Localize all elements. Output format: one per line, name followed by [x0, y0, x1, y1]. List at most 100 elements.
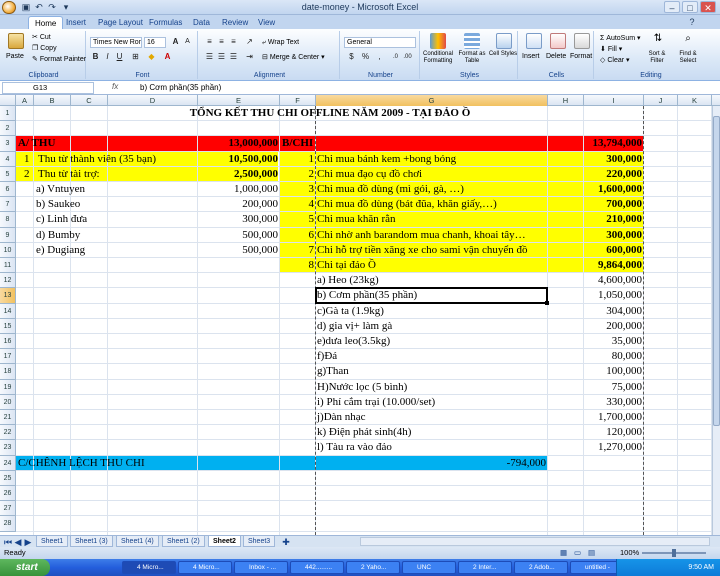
maximize-icon[interactable]: □ — [682, 1, 698, 13]
sheet-title[interactable]: TỔNG KẾT THU CHI OFFLINE NĂM 2009 - TẠI … — [16, 106, 644, 121]
chi-item-amount[interactable]: 300,000 — [584, 152, 642, 167]
column-header[interactable]: G — [316, 95, 548, 106]
island-item-label[interactable]: g)Than — [317, 364, 547, 379]
island-item-amount[interactable]: 100,000 — [584, 364, 642, 379]
wrap-text-button[interactable]: ⤶ Wrap Text — [262, 38, 299, 47]
row-header[interactable]: 10 — [0, 242, 16, 258]
vertical-scrollbar[interactable] — [712, 106, 720, 535]
island-item-amount[interactable]: 35,000 — [584, 334, 642, 349]
copy-button[interactable]: ❐ Copy — [32, 44, 57, 53]
italic-icon[interactable]: I — [102, 52, 113, 62]
thu-item-no[interactable]: 2 — [24, 167, 36, 182]
align-right-icon[interactable]: ☰ — [228, 52, 239, 62]
minimize-icon[interactable]: – — [664, 1, 680, 13]
island-item-label[interactable]: l) Tàu ra vào đảo — [317, 440, 547, 455]
orientation-icon[interactable]: ↗ — [244, 37, 255, 47]
bold-icon[interactable]: B — [90, 52, 101, 62]
island-item-amount[interactable]: 1,700,000 — [584, 410, 642, 425]
format-painter-button[interactable]: ✎ Format Painter — [32, 55, 86, 64]
merge-center-button[interactable]: ⊟ Merge & Center ▾ — [262, 53, 325, 62]
island-item-amount[interactable]: 80,000 — [584, 349, 642, 364]
chi-item-label[interactable]: Chi mua khăn rằn — [317, 212, 547, 227]
zoom-level[interactable]: 100% — [620, 547, 639, 559]
section-a-label[interactable]: A/ THU — [18, 136, 198, 151]
sheet-tab[interactable]: Sheet1 (4) — [116, 536, 159, 547]
underline-icon[interactable]: U — [114, 52, 125, 62]
indent-icon[interactable]: ⇥ — [244, 52, 255, 62]
fill-button[interactable]: ⬇ Fill ▾ — [600, 45, 622, 54]
format-cells-button[interactable]: Format — [570, 52, 592, 61]
select-all-corner[interactable] — [0, 95, 16, 106]
chi-item-amount[interactable]: 210,000 — [584, 212, 642, 227]
tab-home[interactable]: Home — [28, 16, 64, 29]
sheet-tab[interactable]: Sheet1 (3) — [70, 536, 113, 547]
taskbar-item[interactable]: 2 Adob... — [514, 561, 568, 574]
row-header[interactable]: 13 — [0, 288, 16, 304]
chi-item-amount[interactable]: 1,600,000 — [584, 182, 642, 197]
row-header[interactable]: 15 — [0, 318, 16, 334]
island-item-label[interactable]: d) gia vị+ làm gà — [317, 319, 547, 334]
chi-item-no[interactable]: 6 — [280, 228, 315, 243]
worksheet-grid[interactable]: 1 2 3 4 5 6 7 8 9 10 11 12 13 14 15 16 17 18 19 20 21 22 23 24 2… — [0, 106, 712, 535]
thu-item-amount[interactable]: 2,500,000 — [198, 167, 278, 182]
island-item-amount[interactable]: 1,270,000 — [584, 440, 642, 455]
row-header[interactable]: 17 — [0, 349, 16, 365]
row-header[interactable]: 12 — [0, 273, 16, 289]
align-bottom-icon[interactable]: ≡ — [228, 37, 239, 47]
section-c-label[interactable]: C/CHÊNH LỆCH THU CHI — [18, 456, 298, 471]
column-header[interactable]: A — [16, 95, 34, 106]
tab-view[interactable]: View — [252, 16, 281, 29]
row-header[interactable]: 14 — [0, 303, 16, 319]
island-item-label[interactable]: H)Nước lọc (5 bình) — [317, 380, 547, 395]
island-item-amount[interactable]: 200,000 — [584, 319, 642, 334]
row-header[interactable]: 24 — [0, 455, 16, 471]
sponsor-amount[interactable]: 500,000 — [198, 228, 278, 243]
column-header[interactable]: E — [198, 95, 280, 106]
sheet-tab[interactable]: Sheet1 — [36, 536, 69, 547]
row-header[interactable]: 21 — [0, 410, 16, 426]
island-item-label[interactable]: k) Điện phát sinh(4h) — [317, 425, 547, 440]
column-header[interactable]: D — [108, 95, 198, 106]
start-button[interactable]: start — [0, 559, 50, 576]
zoom-slider-thumb[interactable] — [672, 549, 676, 557]
delete-cells-button[interactable]: Delete — [546, 52, 566, 61]
horizontal-scrollbar[interactable] — [360, 537, 710, 546]
thu-item-amount[interactable]: 10,500,000 — [198, 152, 279, 167]
taskbar-item[interactable]: 2 Yaho... — [346, 561, 400, 574]
sponsor-amount[interactable]: 1,000,000 — [198, 182, 278, 197]
tab-data[interactable]: Data — [187, 16, 216, 29]
row-header[interactable]: 6 — [0, 182, 16, 198]
taskbar-item[interactable]: 4 Micro... — [178, 561, 232, 574]
chi-item-label[interactable]: Chi nhờ anh barandom mua chanh, khoai tâ… — [317, 228, 547, 243]
tab-insert[interactable]: Insert — [60, 16, 92, 29]
fill-color-icon[interactable]: ◆ — [146, 52, 157, 62]
sponsor-label[interactable]: a) Vntuyen — [36, 182, 196, 197]
row-header[interactable]: 3 — [0, 136, 16, 152]
thu-item-label[interactable]: Thu từ thành viên (35 bạn) — [38, 152, 198, 167]
row-header[interactable]: 28 — [0, 516, 16, 532]
align-top-icon[interactable]: ≡ — [204, 37, 215, 47]
island-item-amount[interactable]: 120,000 — [584, 425, 642, 440]
font-size-box[interactable]: 16 — [144, 37, 166, 48]
island-item-label[interactable]: j)Dàn nhạc — [317, 410, 547, 425]
row-header[interactable]: 22 — [0, 425, 16, 441]
page-break-view-icon[interactable]: ▤ — [588, 547, 595, 559]
percent-icon[interactable]: % — [360, 52, 371, 62]
sheet-tab[interactable]: Sheet3 — [243, 536, 276, 547]
tab-page-layout[interactable]: Page Layout — [92, 16, 149, 29]
island-item-amount[interactable]: 75,000 — [584, 380, 642, 395]
comma-style-icon[interactable]: , — [374, 52, 385, 62]
chi-item-label[interactable]: Chi tại đảo Ồ — [317, 258, 547, 273]
chi-item-amount[interactable]: 9,864,000 — [584, 258, 642, 273]
taskbar-item[interactable]: untitled - — [570, 561, 620, 574]
insert-cells-button[interactable]: Insert — [522, 52, 540, 61]
sponsor-amount[interactable]: 200,000 — [198, 197, 278, 212]
vertical-scroll-thumb[interactable] — [713, 116, 720, 426]
taskbar-item[interactable]: 442......... — [290, 561, 344, 574]
section-b-total[interactable]: 13,794,000 — [584, 136, 643, 151]
chi-item-no[interactable]: 3 — [280, 182, 315, 197]
chi-item-no[interactable]: 5 — [280, 212, 315, 227]
chi-item-label[interactable]: Chi mua đạo cụ đồ chơi — [317, 167, 547, 182]
row-header[interactable]: 11 — [0, 258, 16, 274]
row-header[interactable]: 20 — [0, 394, 16, 410]
